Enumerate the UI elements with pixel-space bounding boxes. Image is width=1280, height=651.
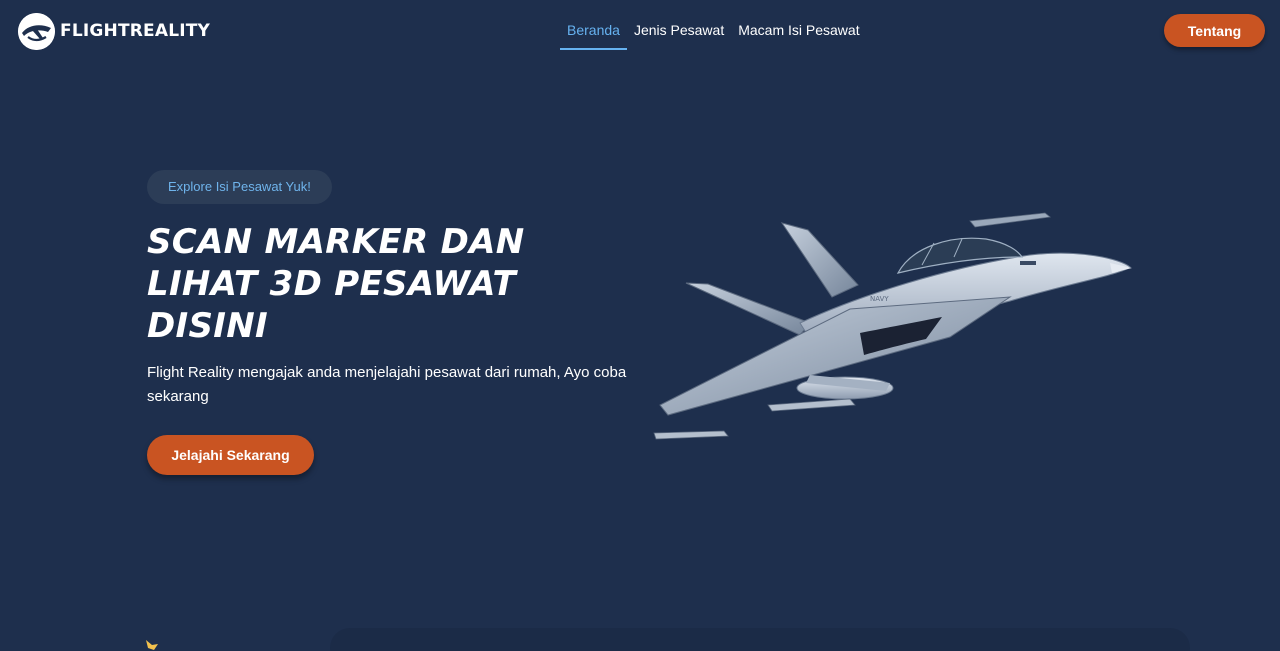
hero-section: Explore Isi Pesawat Yuk! SCAN MARKER DAN… <box>147 170 647 475</box>
nav-link-beranda[interactable]: Beranda <box>560 0 627 50</box>
explore-now-button[interactable]: Jelajahi Sekarang <box>147 435 314 475</box>
fighter-jet-image: NAVY <box>650 205 1140 450</box>
brand-name: FLIGHTREALITY <box>60 21 211 41</box>
nav-links: Beranda Jenis Pesawat Macam Isi Pesawat <box>560 0 867 52</box>
bottom-section-edge <box>330 628 1190 651</box>
hero-title: SCAN MARKER DAN LIHAT 3D PESAWAT DISINI <box>147 222 525 346</box>
about-button[interactable]: Tentang <box>1164 14 1265 47</box>
nav-link-jenis-pesawat[interactable]: Jenis Pesawat <box>627 0 731 50</box>
nav-link-macam-isi-pesawat[interactable]: Macam Isi Pesawat <box>731 0 866 50</box>
decorative-star-icon <box>144 640 158 651</box>
hero-tag-pill: Explore Isi Pesawat Yuk! <box>147 170 332 204</box>
navbar: FLIGHTREALITY Beranda Jenis Pesawat Maca… <box>0 0 1280 62</box>
brand-logo[interactable]: FLIGHTREALITY <box>18 12 210 50</box>
plane-logo-icon <box>18 12 55 50</box>
hero-description: Flight Reality mengajak anda menjelajahi… <box>147 364 627 405</box>
svg-text:NAVY: NAVY <box>870 295 889 303</box>
